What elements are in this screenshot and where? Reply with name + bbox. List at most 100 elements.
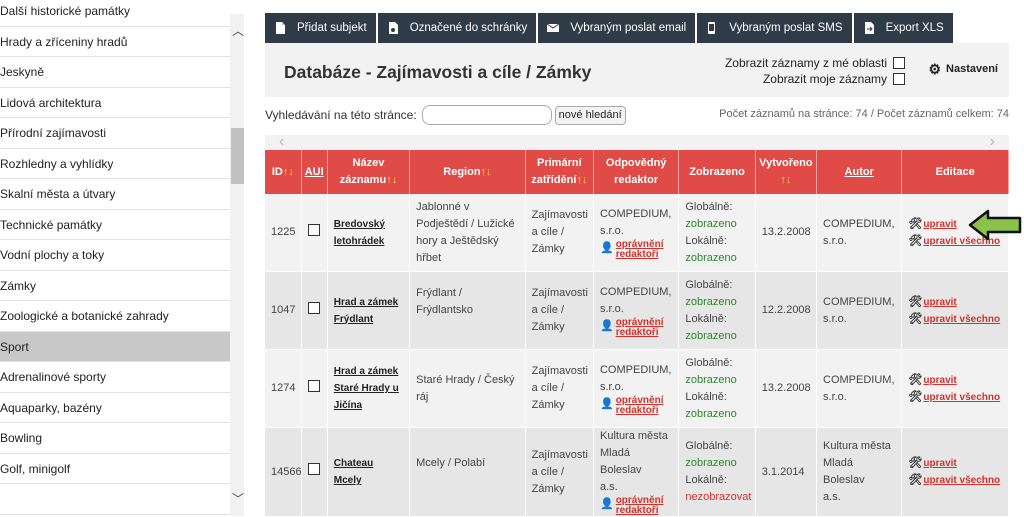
col-author-header[interactable]: Autor [816,150,903,194]
edit-all-link[interactable]: upravit všechno [923,389,1000,406]
col-name-header[interactable]: Název záznamu↑↓ [327,150,411,194]
sort-icon[interactable]: ↑↓ [780,174,791,186]
scroll-up-icon[interactable]: ︿ [232,22,244,39]
settings-button[interactable]: ⚙ Nastavení [928,62,998,76]
row-checkbox[interactable] [308,301,321,314]
editor-permissions[interactable]: 👤 oprávnění redaktoři [600,496,664,516]
record-name-link[interactable]: Bredovský letohrádek [334,219,385,247]
sidebar-item[interactable]: Bowling [0,423,230,454]
editor-permissions[interactable]: 👤 oprávnění redaktoři [600,317,664,338]
edit-link[interactable]: upravit [923,455,956,472]
editor-permissions-link[interactable]: oprávnění redaktoři [615,317,664,338]
add-subject-button[interactable]: Přidat subjekt [265,13,376,43]
my-records-checkbox[interactable] [893,73,905,85]
send-sms-button[interactable]: Vybraným poslat SMS [697,13,852,43]
sort-icon[interactable]: ↑↓ [386,174,397,186]
editor-permissions[interactable]: 👤 oprávnění redaktoři [600,239,664,260]
tools-icon: 🛠 [908,217,923,230]
send-email-button[interactable]: Vybraným poslat email [538,13,696,43]
search-input[interactable] [421,105,552,125]
scroll-down-icon[interactable]: ﹀ [232,490,244,507]
sidebar-item[interactable]: Rozhledny a vyhlídky [0,149,230,179]
col-aui-header[interactable]: AUI [301,150,328,194]
global-label: Globálně: [685,278,733,291]
sort-icon[interactable]: ↑↓ [576,174,587,186]
cell-edit: 🛠 upravit 🛠 upravit všechno [901,349,1009,428]
edit-link[interactable]: upravit [923,372,956,389]
edit-link[interactable]: upravit [923,216,956,233]
edit-link[interactable]: upravit [923,294,956,311]
sidebar-item[interactable]: Vodní plochy a toky [0,240,230,271]
edit-action[interactable]: 🛠 upravit [908,455,1002,472]
sidebar-item[interactable] [0,484,230,515]
global-label: Globálně: [685,200,733,213]
editor-permissions-link[interactable]: oprávnění redaktoři [616,395,664,416]
col-created-header[interactable]: Vytvořeno ↑↓ [755,150,818,194]
edit-all-action[interactable]: 🛠 upravit všechno [908,311,1002,328]
cell-category: Zajímavosti a cíle / Zámky [525,271,594,350]
chevron-left-icon[interactable]: ‹ [279,133,284,151]
table-row[interactable]: 1225 Bredovský letohrádek Jablonné v Podješt… [265,194,1009,272]
record-name-link[interactable]: Hrad a zámek Staré Hrady u Jičína [334,366,399,411]
sidebar-item[interactable]: Lidová architektura [0,88,230,118]
page-search: Vyhledávání na této stránce: nové hledán… [265,105,626,125]
sidebar-item[interactable]: Aquaparky, bazény [0,393,230,423]
sidebar-item[interactable]: Zámky [0,271,230,301]
cell-name: Bredovský letohrádek [327,194,411,272]
cell-category: Zajímavosti a cíle / Zámky [525,194,594,272]
record-name-line: Hrad a zámek [333,296,399,308]
row-checkbox[interactable] [308,379,321,392]
sidebar-item[interactable]: Přírodní zajímavosti [0,118,230,149]
table-header-row: ID↑↓ AUI Název záznamu↑↓ Region↑↓ Primárn… [265,150,1009,194]
my-area-checkbox[interactable] [893,57,905,69]
editor-permissions-link[interactable]: oprávnění redaktoři [616,496,664,516]
editor-permissions[interactable]: 👤 oprávnění redaktoři [600,395,664,416]
edit-all-action[interactable]: 🛠 upravit všechno [908,389,1002,406]
cell-category: Zajímavosti a cíle / Zámky [525,349,594,428]
record-name-line: Frýdlant [333,313,374,325]
col-id-header[interactable]: ID↑↓ [265,150,302,194]
chevron-right-icon[interactable]: › [990,133,995,151]
cell-region: Jablonné v Podještědí / Lužické hory a Ješ… [409,194,526,272]
edit-all-action[interactable]: 🛠 upravit všechno [908,472,1002,489]
sidebar-item[interactable]: Technické památky [0,210,230,240]
record-name-link[interactable]: Chateau Mcely [334,458,373,486]
table-row[interactable]: 14566 Chateau Mcely Mcely / Polabí Zajímavo… [265,427,1009,517]
sidebar-item[interactable]: Jeskyně [0,57,230,88]
edit-action[interactable]: 🛠 upravit [908,372,1002,389]
copy-to-clipboard-button[interactable]: Označené do schránky [377,13,537,43]
cell-shown: Globálně: zobrazeno Lokálně: zobrazeno [678,271,756,350]
sort-icon[interactable]: ↑↓ [481,166,492,178]
my-area-filter[interactable]: Zobrazit záznamy z mé oblasti [725,56,905,70]
my-records-filter[interactable]: Zobrazit moje záznamy [763,72,905,86]
record-name-link[interactable]: Hrad a zámek Frýdlant [334,297,398,325]
edit-all-link[interactable]: upravit všechno [923,311,1000,328]
new-search-button[interactable]: nové hledání [554,105,626,125]
sort-icon[interactable]: ↑↓ [283,166,294,178]
sidebar-item[interactable]: Další historické památky [0,0,230,27]
col-region-header[interactable]: Region↑↓ [409,150,526,194]
edit-all-link[interactable]: upravit všechno [923,472,1000,489]
sidebar-item[interactable]: Sport [0,331,230,362]
sidebar-item[interactable]: Skalní města a útvary [0,179,230,210]
sidebar-scrollbar-thumb[interactable] [231,128,244,184]
sidebar-item[interactable]: Golf, minigolf [0,454,230,484]
export-xls-button[interactable]: Export XLS [853,13,953,43]
table-row[interactable]: 1047 Hrad a zámek Frýdlant Frýdlant / Frýdl… [265,271,1009,350]
cell-responsible: COMPEDIUM, s.r.o. 👤 oprávnění redaktoři [593,271,680,350]
row-checkbox[interactable] [308,223,321,236]
table-row[interactable]: 1274 Hrad a zámek Staré Hrady u Jičína Staré… [265,349,1009,428]
col-category-header[interactable]: Primární zatřídění↑↓ [525,150,594,194]
row-checkbox[interactable] [308,463,321,475]
sidebar-scrollbar[interactable] [230,14,244,516]
sidebar-item[interactable]: Hrady a zříceniny hradů [0,27,230,57]
col-responsible-label-2: redaktor [614,174,659,186]
sidebar-item[interactable]: Adrenalinové sporty [0,362,230,393]
editor-permissions-link[interactable]: oprávnění redaktoři [616,239,664,260]
global-status: zobrazeno [685,457,737,469]
edit-action[interactable]: 🛠 upravit [908,294,1002,311]
tools-all-icon: 🛠 [908,312,923,325]
category-line: a cíle / [531,226,565,238]
sidebar-item[interactable]: Zoologické a botanické zahrady [0,301,230,332]
perm-line: redaktoři [615,326,659,338]
